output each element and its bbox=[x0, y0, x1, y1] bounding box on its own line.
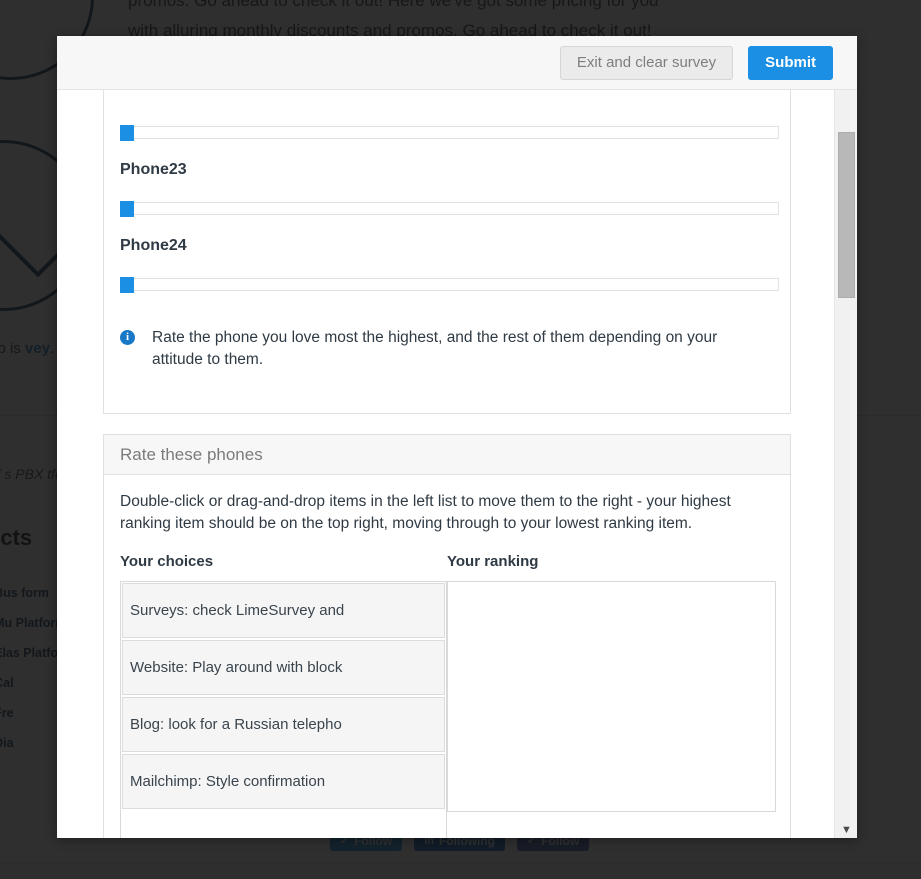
ranking-column-header: Your ranking bbox=[447, 553, 539, 570]
list-item[interactable]: Website: Play around with block bbox=[122, 640, 445, 695]
ranking-panel-title: Rate these phones bbox=[104, 435, 790, 475]
list-item[interactable]: Mailchimp: Style confirmation bbox=[122, 754, 445, 809]
ranking-instructions: Double-click or drag-and-drop items in t… bbox=[120, 493, 731, 532]
rating-slider-phone23[interactable] bbox=[120, 201, 779, 217]
slider-help-text: Rate the phone you love most the highest… bbox=[152, 329, 718, 368]
submit-button[interactable]: Submit bbox=[748, 45, 833, 80]
slider-label-phone23: Phone23 bbox=[120, 161, 187, 178]
ranking-panel-content: Double-click or drag-and-drop items in t… bbox=[104, 475, 790, 838]
chevron-down-icon[interactable]: ▼ bbox=[835, 824, 857, 836]
ranking-dropzone[interactable] bbox=[447, 581, 776, 812]
choices-column-header: Your choices bbox=[120, 553, 214, 570]
slider-help-row: i Rate the phone you love most the highe… bbox=[120, 327, 774, 371]
choices-column: Your choices Surveys: check LimeSurvey a… bbox=[120, 553, 447, 838]
slider-track[interactable] bbox=[120, 202, 779, 215]
modal-header: Exit and clear survey Submit ✕ bbox=[57, 36, 857, 90]
survey-modal: Exit and clear survey Submit ✕ Phone23 bbox=[57, 36, 857, 838]
modal-scrollbar[interactable]: ▼ bbox=[834, 90, 857, 838]
slider-label-phone24: Phone24 bbox=[120, 237, 187, 254]
slider-track[interactable] bbox=[120, 278, 779, 291]
exit-and-clear-survey-button[interactable]: Exit and clear survey bbox=[559, 45, 734, 80]
ranking-column: Your ranking bbox=[447, 553, 776, 838]
choices-dropzone[interactable]: Surveys: check LimeSurvey and Website: P… bbox=[120, 581, 447, 838]
list-item[interactable]: Surveys: check LimeSurvey and bbox=[122, 583, 445, 638]
slider-handle[interactable] bbox=[120, 277, 134, 293]
slider-handle[interactable] bbox=[120, 125, 134, 141]
slider-track[interactable] bbox=[120, 126, 779, 139]
ranking-question-panel: Rate these phones Double-click or drag-a… bbox=[103, 434, 791, 838]
list-item[interactable]: Blog: look for a Russian telepho bbox=[122, 697, 445, 752]
slider-handle[interactable] bbox=[120, 201, 134, 217]
modal-scroll-content: Phone23 Phone24 i Rate the phone you lov… bbox=[57, 90, 834, 838]
info-icon: i bbox=[120, 330, 135, 345]
slider-question-panel: Phone23 Phone24 i Rate the phone you lov… bbox=[103, 90, 791, 414]
slider-panel-content: Phone23 Phone24 i Rate the phone you lov… bbox=[104, 90, 790, 387]
scrollbar-thumb[interactable] bbox=[838, 132, 855, 298]
rating-slider-phone24[interactable] bbox=[120, 277, 779, 293]
modal-body: Phone23 Phone24 i Rate the phone you lov… bbox=[57, 90, 857, 838]
rating-slider-leading[interactable] bbox=[120, 125, 779, 141]
ranking-columns: Your choices Surveys: check LimeSurvey a… bbox=[120, 553, 776, 838]
